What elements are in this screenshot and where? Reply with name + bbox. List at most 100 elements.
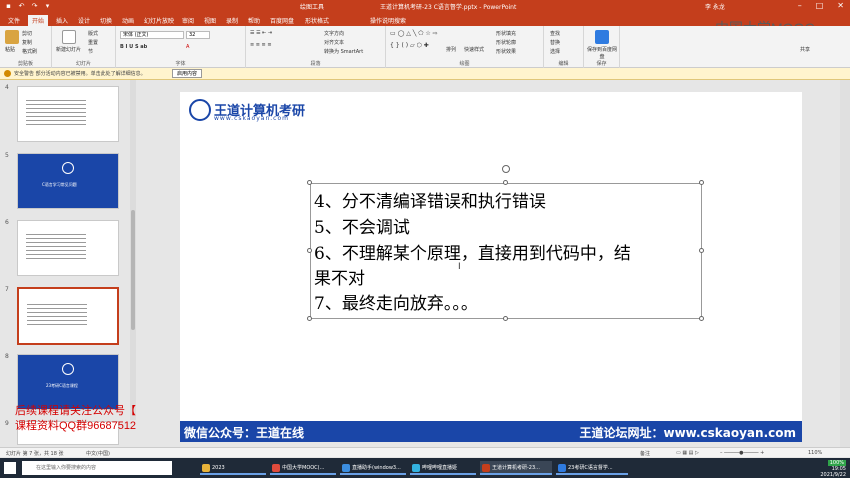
enable-content-button[interactable]: 启用内容 <box>172 69 203 78</box>
copy-button[interactable]: 复制 <box>22 39 32 46</box>
slide-text-line[interactable]: 4、分不清编译错误和执行错误 <box>314 187 546 212</box>
tab-tell-me[interactable]: 操作说明搜索 <box>370 16 406 25</box>
tab-help[interactable]: 帮助 <box>248 16 260 25</box>
taskbar-app-chrome[interactable]: 中国大学MOOC(... <box>270 461 336 475</box>
paste-button[interactable]: 粘贴 <box>5 46 15 53</box>
slide-thumbnail-5[interactable]: C语言学习常见问题 <box>17 153 119 209</box>
shape-outline-button[interactable]: 形状轮廓 <box>496 39 516 46</box>
find-button[interactable]: 查找 <box>550 30 560 37</box>
resize-handle[interactable] <box>699 180 704 185</box>
shape-fill-button[interactable]: 形状填充 <box>496 30 516 37</box>
align-icons[interactable]: ≡ ≡ ≡ ≡ <box>250 42 272 48</box>
taskbar-app-ppt2[interactable]: 23考研C语言督学... <box>556 461 628 475</box>
select-button[interactable]: 选择 <box>550 48 560 55</box>
editing-label: 编辑 <box>558 61 569 67</box>
resize-handle[interactable] <box>307 180 312 185</box>
drawing-label: 绘图 <box>459 61 470 67</box>
tab-animations[interactable]: 动画 <box>122 16 134 25</box>
font-color-icon[interactable]: A <box>186 44 189 50</box>
new-slide-icon[interactable] <box>62 30 76 44</box>
language-indicator[interactable]: 中文(中国) <box>86 450 110 457</box>
tab-shape-format[interactable]: 形状格式 <box>305 16 329 25</box>
new-slide-button[interactable]: 新建幻灯片 <box>56 46 81 53</box>
text-direction-button[interactable]: 文字方向 <box>324 30 344 37</box>
bullets-icon[interactable]: ☰ ☰ ⇤ ⇥ <box>250 30 272 36</box>
tab-view[interactable]: 视图 <box>204 16 216 25</box>
tab-baidu[interactable]: 百度网盘 <box>270 16 294 25</box>
replace-button[interactable]: 替换 <box>550 39 560 46</box>
layout-button[interactable]: 版式 <box>88 30 98 37</box>
resize-handle[interactable] <box>699 316 704 321</box>
slide-text-line[interactable]: 6、不理解某个原理，直接用到代码中，结 <box>314 239 631 264</box>
clock-date[interactable]: 2021/9/22 <box>820 472 846 478</box>
smartart-button[interactable]: 转换为 SmartArt <box>324 48 363 55</box>
taskbar-app-powerpoint[interactable]: 王道计算机考研-23... <box>480 461 552 475</box>
redo-icon[interactable]: ↷ <box>30 2 39 11</box>
customize-icon[interactable]: ▾ <box>43 2 52 11</box>
tab-insert[interactable]: 插入 <box>56 16 68 25</box>
resize-handle[interactable] <box>699 248 704 253</box>
minimize-icon[interactable]: – <box>798 1 802 10</box>
taskbar-app-label: 哔哩哔哩直播姬 <box>422 465 458 471</box>
quick-styles-button[interactable]: 快速样式 <box>464 46 484 53</box>
resize-handle[interactable] <box>307 248 312 253</box>
tab-record[interactable]: 录制 <box>226 16 238 25</box>
font-label: 字体 <box>175 61 186 67</box>
resize-handle[interactable] <box>503 180 508 185</box>
thumbnail-number: 7 <box>5 286 9 293</box>
section-button[interactable]: 节 <box>88 48 93 55</box>
shape-effects-button[interactable]: 形状效果 <box>496 48 516 55</box>
notes-button[interactable]: 备注 <box>640 450 650 457</box>
slide-thumbnail-7[interactable] <box>17 287 119 345</box>
bold-icon[interactable]: B I U S ab <box>120 44 147 50</box>
powerpoint-icon <box>482 464 490 472</box>
tab-file[interactable]: 文件 <box>8 16 20 25</box>
maximize-icon[interactable]: □ <box>816 1 824 10</box>
close-icon[interactable]: ✕ <box>837 1 844 10</box>
slide-text-line[interactable]: 果不对 <box>314 264 365 289</box>
shapes-gallery-icon[interactable]: ▭ ◯ △ ╲ ⬠ ☆ ⇨ <box>390 30 438 37</box>
slide-scrollbar[interactable] <box>840 80 850 447</box>
tab-review[interactable]: 审阅 <box>182 16 194 25</box>
slides-label: 幻灯片 <box>75 61 91 67</box>
slide-text-line[interactable]: 5、不会调试 <box>314 213 410 238</box>
resize-handle[interactable] <box>307 316 312 321</box>
paste-icon[interactable] <box>5 30 19 44</box>
cut-button[interactable]: 剪切 <box>22 30 32 37</box>
format-painter-button[interactable]: 格式刷 <box>22 48 37 55</box>
taskbar-app-live[interactable]: 直播助手(window3... <box>340 461 406 475</box>
taskbar-app-label: 直播助手(window3... <box>352 465 401 471</box>
align-text-button[interactable]: 对齐文本 <box>324 39 344 46</box>
save-baidu-button[interactable]: 保存到百度网盘 <box>586 46 618 60</box>
shapes-gallery-row2-icon[interactable]: { } ( ) ▱ ⬡ ✚ <box>390 42 429 49</box>
taskbar-search-input[interactable]: 在这里输入你要搜索的内容 <box>22 461 172 475</box>
undo-icon[interactable]: ↶ <box>17 2 26 11</box>
font-family-select[interactable]: 宋体 (正文) <box>120 31 184 39</box>
scrollbar-thumb[interactable] <box>131 210 135 330</box>
slide-thumbnail-4[interactable] <box>17 86 119 142</box>
view-buttons-icon[interactable]: ▭ ▦ ▤ ▷ <box>676 450 699 456</box>
taskbar-app-bilibili[interactable]: 哔哩哔哩直播姬 <box>410 461 476 475</box>
slide-text-line[interactable]: 7、最终走向放弃。。。 <box>314 289 478 314</box>
zoom-slider[interactable]: – ─────●───── + <box>720 450 764 456</box>
tab-transitions[interactable]: 切换 <box>100 16 112 25</box>
reset-button[interactable]: 重置 <box>88 39 98 46</box>
thumbnail-number: 6 <box>5 219 9 226</box>
resize-handle[interactable] <box>503 316 508 321</box>
logo-icon <box>189 99 211 121</box>
user-name[interactable]: 李 永龙 <box>705 2 725 11</box>
taskbar-app-folder[interactable]: 2023 <box>200 461 266 475</box>
rotate-handle[interactable] <box>502 165 510 173</box>
arrange-button[interactable]: 排列 <box>446 46 456 53</box>
share-button[interactable]: 共享 <box>800 46 810 53</box>
slide-thumbnail-6[interactable] <box>17 220 119 276</box>
tab-home[interactable]: 开始 <box>28 15 49 26</box>
slides-group: 新建幻灯片 版式 重置 节 幻灯片 <box>52 26 116 68</box>
save-icon[interactable]: ▪ <box>4 2 13 11</box>
baidu-cloud-icon[interactable] <box>595 30 609 44</box>
tab-design[interactable]: 设计 <box>78 16 90 25</box>
windows-start-icon[interactable] <box>4 462 16 474</box>
zoom-level[interactable]: 110% <box>808 450 822 456</box>
font-size-select[interactable]: 32 <box>186 31 210 39</box>
tab-slideshow[interactable]: 幻灯片放映 <box>144 16 174 25</box>
